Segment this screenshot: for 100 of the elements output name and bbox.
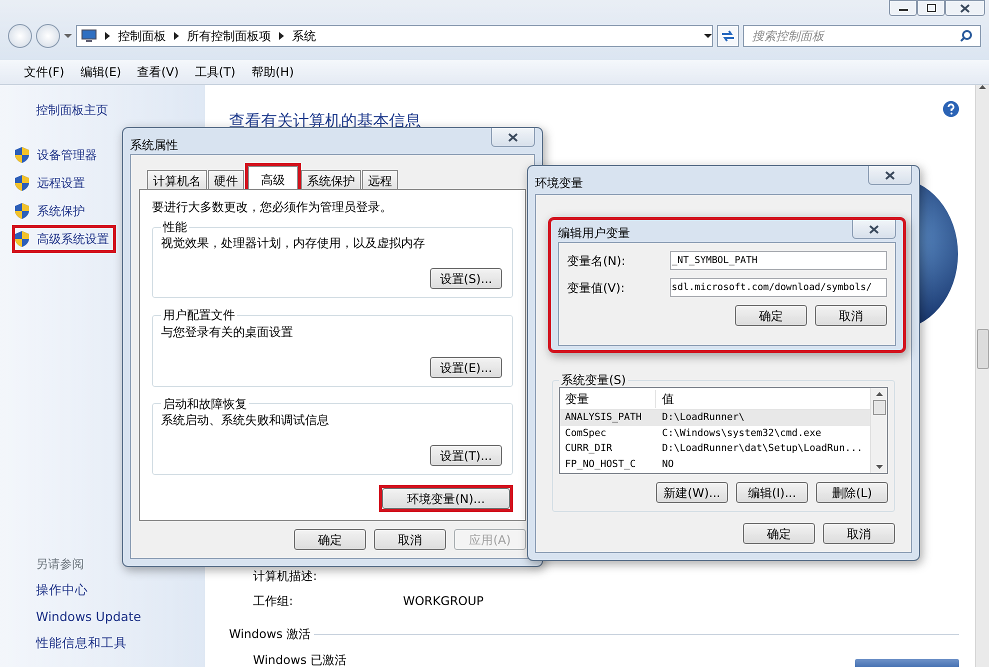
scroll-thumb[interactable] [872,400,886,416]
group-title: 启动和故障恢复 [162,396,248,412]
sidebar-link[interactable]: 高级系统设置 [37,230,109,248]
breadcrumb[interactable]: 控制面板 [118,27,166,45]
table-cell-text: FP_NO_HOST_C [564,458,637,472]
menu-item[interactable]: 工具(T) [194,63,236,81]
table-cell-text: CURR_DIR [564,442,614,456]
activation-status: Windows 已激活 [253,652,346,667]
settings-button[interactable]: 设置(T)... [430,445,502,466]
address-bar[interactable]: 控制面板 所有控制面板项 系统 [76,25,713,47]
dialog-button[interactable]: 新建(W)... [656,482,728,504]
refresh-icon [721,30,735,42]
dropdown-icon[interactable] [704,33,712,39]
close-button[interactable] [852,220,896,239]
computer-icon [81,29,97,43]
tab[interactable]: 远程 [362,170,398,190]
dialog-button[interactable]: 取消 [374,529,446,550]
scrollbar[interactable] [870,388,887,474]
list-row[interactable]: CURR_DIR D:\LoadRunner\dat\Setup\LoadRun... [560,441,870,457]
close-button[interactable] [868,166,912,185]
forward-button[interactable] [36,24,60,48]
dialog-button[interactable]: 删除(L) [816,482,888,504]
close-icon [869,224,879,234]
sidebar-link[interactable]: Windows Update [36,608,205,626]
environment-variables-button[interactable]: 环境变量(N)... [382,488,510,510]
field-label: 工作组: [253,593,294,610]
dialog-title: 系统属性 [130,137,178,154]
table-cell-text: D:\LoadRunner\dat\Setup\LoadRun... [661,442,863,456]
settings-button[interactable]: 设置(S)... [430,268,502,290]
group-title: 用户配置文件 [162,308,236,323]
menu-item[interactable]: 帮助(H) [252,63,294,81]
dialog-button[interactable]: 确定 [743,523,815,544]
tab[interactable]: 计算机名 [147,170,207,190]
scrollbar[interactable] [975,85,989,667]
section-heading: Windows 激活 [229,626,310,643]
tab[interactable]: 高级 [248,166,298,190]
shield-icon [15,231,29,247]
table-cell-text: C:\Windows\system32\cmd.exe [661,426,822,441]
close-button[interactable] [945,0,985,16]
sidebar-link[interactable]: 远程设置 [37,174,85,192]
close-icon [960,4,970,12]
table-cell-text: NO [661,458,674,472]
menu-item[interactable]: 编辑(E) [80,63,122,81]
close-button[interactable] [491,128,535,147]
group-title: 系统变量(S) [560,373,627,388]
sidebar-link[interactable]: 控制面板主页 [12,101,205,119]
tab[interactable]: 硬件 [208,170,244,190]
table-cell-text: ComSpec [564,426,608,441]
sidebar-link[interactable]: 系统保护 [37,202,85,220]
shield-icon [15,175,29,191]
group-description: 与您登录有关的桌面设置 [161,324,294,341]
chevron-icon [105,32,110,40]
minimize-button[interactable] [889,0,917,16]
list-row[interactable]: FP_NO_HOST_C NO [560,456,870,472]
list-row[interactable]: ANALYSIS_PATH D:\LoadRunner\ [560,410,870,426]
close-icon [508,132,518,142]
field-label: 变量值(V): [567,280,626,296]
breadcrumb[interactable]: 系统 [292,27,316,45]
tab[interactable]: 系统保护 [301,170,361,190]
section-heading: 另请参阅 [36,556,85,573]
shield-icon [15,203,29,219]
scroll-thumb[interactable] [976,329,988,369]
group-title: 性能 [162,220,188,234]
text-field[interactable]: _NT_SYMBOL_PATH [670,251,887,270]
column-header[interactable]: 变量 [560,390,656,408]
settings-button[interactable]: 设置(E)... [430,356,502,378]
dialog-button[interactable]: 取消 [815,305,887,326]
menu-item[interactable]: 文件(F) [24,63,64,81]
close-icon [885,170,895,180]
help-icon[interactable] [943,101,959,117]
group-description: 系统启动、系统失败和调试信息 [161,412,330,430]
chevron-icon [279,32,284,40]
arrow-down-icon [876,465,882,470]
table-cell-text: ANALYSIS_PATH [564,411,643,426]
search-icon [960,30,972,42]
dialog-title: 环境变量 [535,175,583,192]
sidebar-link[interactable]: 设备管理器 [37,146,97,164]
field-value: WORKGROUP [403,593,484,610]
arrow-up-icon [876,392,882,396]
dialog-button[interactable]: 取消 [823,523,895,544]
back-button[interactable] [8,24,32,48]
table-cell-text: D:\LoadRunner\ [661,411,745,426]
menu-item[interactable]: 查看(V) [137,63,179,81]
list-row[interactable]: ComSpec C:\Windows\system32\cmd.exe [560,426,870,442]
field-label: 计算机描述: [253,568,318,585]
maximize-icon [926,4,936,12]
breadcrumb[interactable]: 所有控制面板项 [187,27,271,45]
column-header[interactable]: 值 [656,390,674,408]
search-placeholder: 搜索控制面板 [752,28,826,45]
maximize-button[interactable] [917,0,945,16]
notice-text: 要进行大多数更改，您必须作为管理员登录。 [152,199,393,216]
dialog-button[interactable]: 编辑(I)... [736,482,808,504]
shield-icon [15,147,29,163]
sidebar-link[interactable]: 操作中心 [36,580,205,600]
refresh-button[interactable] [717,25,739,47]
text-field[interactable]: sdl.microsoft.com/download/symbols/ [670,278,887,297]
sidebar-link[interactable]: 性能信息和工具 [36,634,205,653]
dialog-button[interactable]: 确定 [294,529,366,550]
chevron-icon [174,32,179,40]
dialog-button[interactable]: 确定 [735,305,807,326]
